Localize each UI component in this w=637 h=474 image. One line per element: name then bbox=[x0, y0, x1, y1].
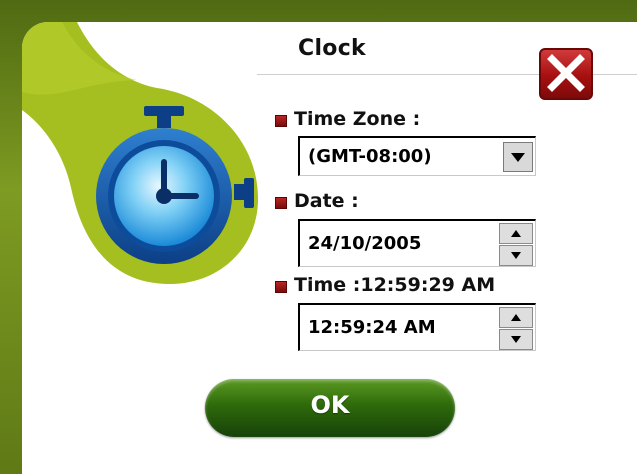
date-label: Date : bbox=[294, 190, 359, 212]
time-spin-down[interactable] bbox=[499, 329, 533, 350]
time-zone-value: (GMT-08:00) bbox=[308, 146, 432, 167]
date-bullet bbox=[275, 197, 287, 209]
close-x-icon bbox=[547, 54, 585, 92]
date-value: 24/10/2005 bbox=[308, 233, 422, 254]
time-value: 12:59:24 AM bbox=[308, 317, 436, 338]
arrow-up-icon bbox=[511, 314, 521, 321]
close-button[interactable] bbox=[539, 48, 593, 100]
clock-dialog: Clock Time Zone : (GMT-08:00) Date : 24/… bbox=[22, 22, 637, 474]
time-spin-up[interactable] bbox=[499, 307, 533, 328]
dialog-title: Clock bbox=[298, 36, 366, 61]
time-label: Time :12:59:29 AM bbox=[294, 274, 496, 296]
time-zone-bullet bbox=[275, 115, 287, 127]
arrow-down-icon bbox=[511, 336, 521, 343]
date-spin-up[interactable] bbox=[499, 223, 533, 244]
arrow-down-icon bbox=[511, 252, 521, 259]
stopwatch-icon bbox=[96, 106, 254, 264]
time-bullet bbox=[275, 281, 287, 293]
ok-button[interactable]: OK bbox=[205, 379, 455, 437]
ok-button-label: OK bbox=[310, 391, 350, 419]
chevron-down-icon bbox=[511, 153, 525, 162]
time-zone-dropdown-button[interactable] bbox=[503, 142, 533, 172]
arrow-up-icon bbox=[511, 230, 521, 237]
time-zone-label: Time Zone : bbox=[294, 108, 421, 130]
date-field[interactable]: 24/10/2005 bbox=[298, 219, 536, 267]
time-zone-select[interactable]: (GMT-08:00) bbox=[298, 136, 536, 176]
date-spin-down[interactable] bbox=[499, 245, 533, 266]
time-field[interactable]: 12:59:24 AM bbox=[298, 303, 536, 351]
